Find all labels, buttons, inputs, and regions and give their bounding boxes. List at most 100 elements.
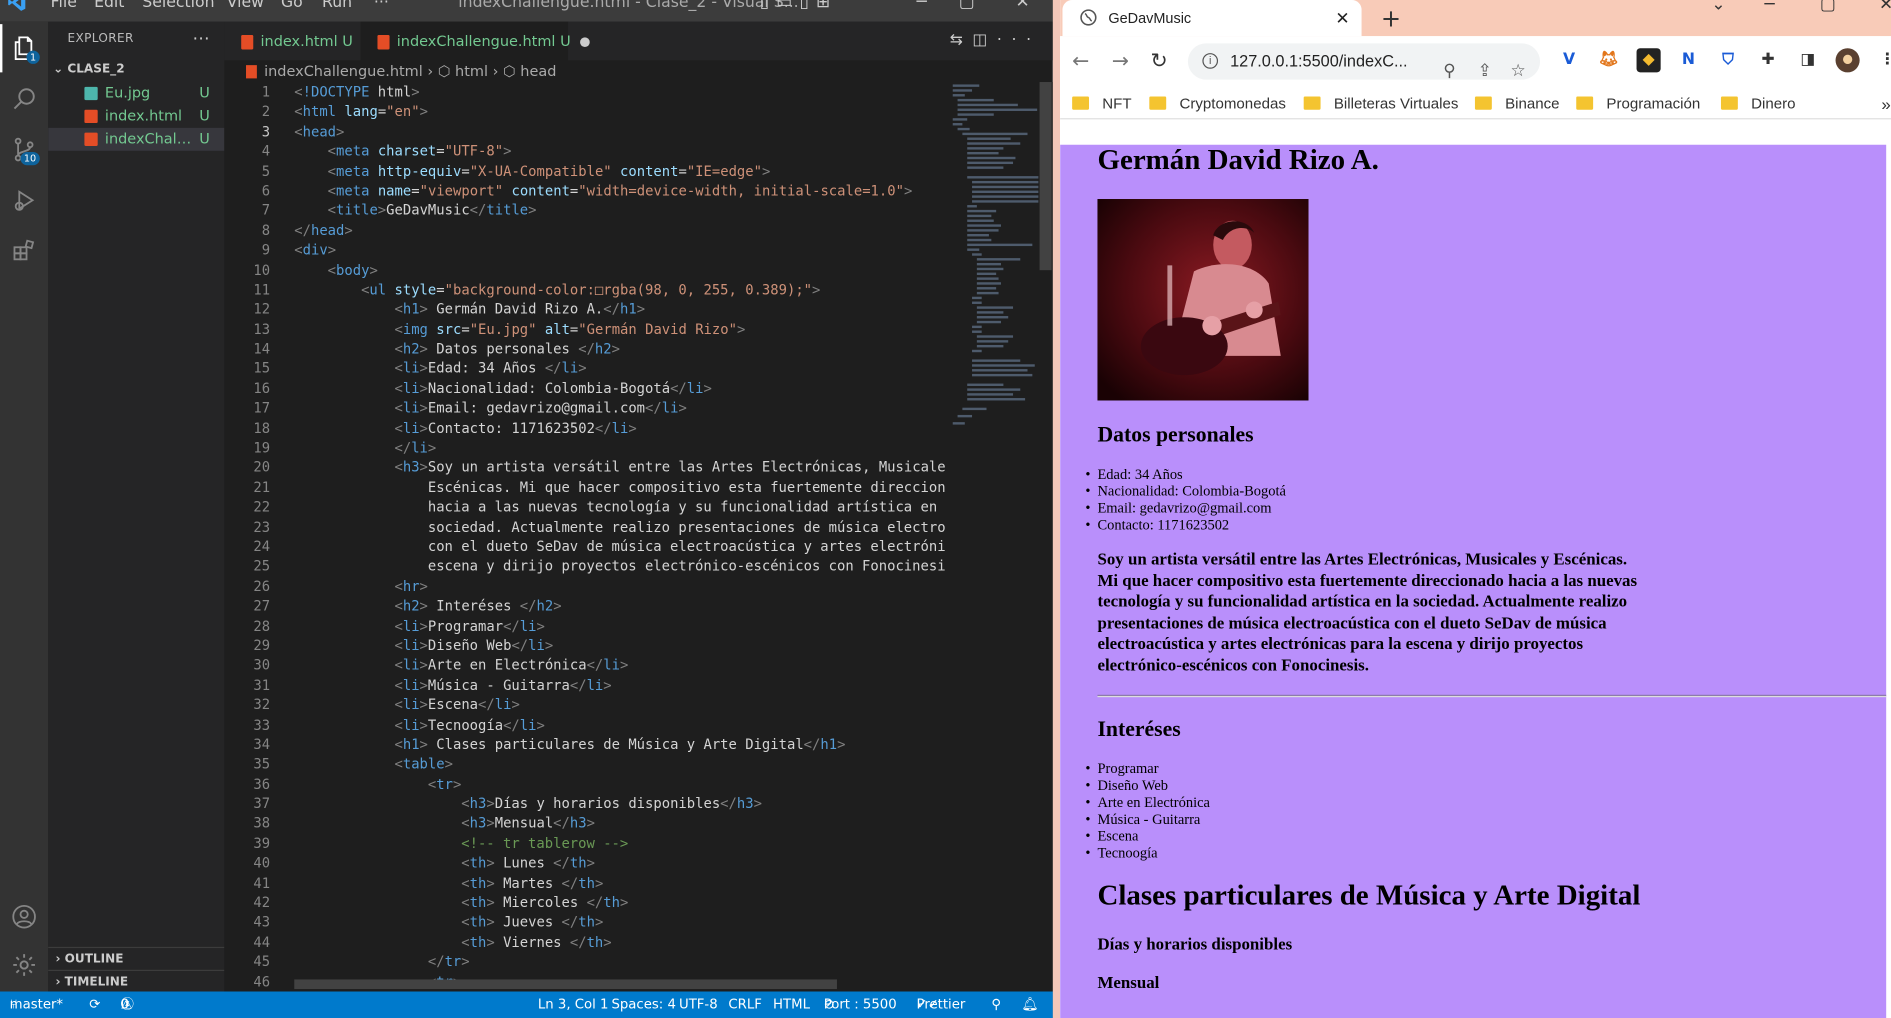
forward-arrow-icon[interactable]: →: [1112, 49, 1129, 73]
source-control-icon[interactable]: 10: [0, 125, 48, 173]
indentation[interactable]: Spaces: 4: [611, 991, 675, 1018]
menu-view[interactable]: View: [227, 0, 264, 16]
code-line: <div>: [294, 241, 337, 259]
address-bar[interactable]: i 127.0.0.1:5500/indexC... ⚲ ⇪ ☆: [1187, 43, 1541, 80]
breadcrumb-head[interactable]: head: [520, 63, 556, 80]
file-eu-jpg[interactable]: Eu.jpg U: [48, 82, 224, 105]
line-number: 19: [253, 439, 271, 456]
shield-extension-icon[interactable]: ⛉: [1716, 48, 1740, 72]
menu-more[interactable]: ···: [374, 0, 389, 16]
more-actions-icon[interactable]: ···: [193, 22, 210, 58]
minimize-icon[interactable]: ─: [1764, 0, 1774, 14]
vscode-window: File Edit Selection View Go Run ··· inde…: [0, 0, 1053, 1018]
code-line: <li>Tecnoogía</li>: [394, 715, 545, 733]
code-line: <li>Escena</li>: [394, 696, 520, 713]
vertical-scrollbar[interactable]: [1039, 82, 1052, 271]
bookmark-folder[interactable]: Dinero: [1720, 94, 1796, 116]
metamask-extension-icon[interactable]: 🦊︎: [1597, 48, 1621, 72]
binance-extension-icon[interactable]: ◆: [1636, 48, 1661, 73]
html-file-icon: [377, 34, 390, 49]
maximize-icon[interactable]: ▢: [1820, 0, 1836, 14]
bookmark-label: Binance: [1505, 95, 1560, 113]
layout-controls-icon[interactable]: ▯▭▯⊞: [760, 0, 838, 12]
line-number: 28: [253, 617, 271, 634]
bookmark-folder[interactable]: Programación: [1576, 94, 1700, 116]
n-extension-icon[interactable]: N: [1676, 48, 1700, 72]
code-line: <h1> Clases particulares de Música y Art…: [394, 735, 846, 753]
menu-icon[interactable]: ⋮: [1875, 48, 1891, 72]
outline-section[interactable]: › OUTLINE: [48, 946, 225, 970]
unsaved-dot-icon[interactable]: [580, 36, 590, 47]
tab-index-html[interactable]: index.html U: [224, 22, 359, 61]
file-index-html[interactable]: index.html U: [48, 105, 224, 128]
file-indexchallengue-html[interactable]: indexChallen... U: [48, 127, 225, 151]
compare-icon[interactable]: ⇆: [950, 31, 973, 49]
profile-avatar[interactable]: ●: [1835, 48, 1860, 73]
minimize-icon[interactable]: ─: [917, 0, 927, 12]
back-arrow-icon[interactable]: ←: [1072, 49, 1089, 73]
menu-edit[interactable]: Edit: [94, 0, 124, 16]
extensions-puzzle-icon[interactable]: ✚: [1756, 48, 1780, 72]
notifications-bell-icon[interactable]: 🔔︎: [1021, 991, 1038, 1018]
sync-icon[interactable]: ⟳: [89, 991, 100, 1018]
code-content[interactable]: <!DOCTYPE html> <html lang="en"> <head> <m…: [294, 82, 945, 991]
settings-gear-icon[interactable]: [0, 941, 48, 989]
menu-file[interactable]: File: [51, 0, 77, 16]
site-info-icon[interactable]: i: [1202, 53, 1219, 69]
code-editor[interactable]: 1 2 3 4 5 6 7 8 9 10 11 12 13 14 15 16 17 18 19 20 21 22 23 24 2…: [224, 82, 1053, 992]
browser-tab[interactable]: GeDavMusic ✕: [1062, 0, 1362, 37]
search-icon[interactable]: [0, 75, 48, 123]
side-panel-icon[interactable]: ◨: [1796, 48, 1820, 72]
close-tab-icon[interactable]: ✕: [1335, 0, 1349, 36]
code-line: </head>: [294, 221, 353, 239]
code-line: </tr>: [427, 953, 470, 971]
encoding[interactable]: UTF-8: [679, 991, 718, 1018]
folder-clase2[interactable]: ⌄ CLASE_2: [48, 58, 224, 82]
horizontal-scrollbar[interactable]: [294, 979, 837, 990]
feedback-icon[interactable]: ⚲: [991, 991, 1001, 1018]
menu-go[interactable]: Go: [281, 0, 303, 16]
minimap[interactable]: [948, 82, 1040, 444]
breadcrumb-html[interactable]: html: [455, 63, 488, 80]
line-endings[interactable]: CRLF: [728, 991, 762, 1018]
menu-run[interactable]: Run: [322, 0, 352, 16]
close-window-icon[interactable]: ✕: [1879, 0, 1891, 14]
bookmark-folder[interactable]: Cryptomonedas: [1149, 94, 1286, 116]
line-number: 11: [253, 280, 271, 298]
extensions-icon[interactable]: [0, 227, 48, 275]
close-window-icon[interactable]: ✕: [1015, 0, 1029, 12]
breadcrumb-file[interactable]: indexChallengue.html: [264, 63, 423, 80]
tab-indexchallengue-html[interactable]: indexChallengue.html U: [360, 21, 590, 61]
zoom-icon[interactable]: ⚲: [1443, 52, 1455, 79]
menu-selection[interactable]: Selection: [142, 0, 214, 16]
code-line: <html lang="en">: [294, 102, 428, 120]
line-number: 6: [261, 182, 271, 199]
window-title: indexChallengue.html - Clase_2 - Visual …: [458, 0, 799, 13]
folder-icon: [1149, 96, 1167, 111]
account-icon[interactable]: [0, 893, 48, 941]
explorer-icon[interactable]: 1: [0, 24, 48, 73]
bookmark-star-icon[interactable]: ☆: [1510, 52, 1525, 79]
profile-photo: [1097, 199, 1309, 401]
line-number: 2: [261, 102, 271, 120]
bookmark-folder[interactable]: Binance: [1474, 94, 1560, 116]
bookmarks-overflow[interactable]: »: [1881, 94, 1890, 116]
bookmark-folder[interactable]: NFT: [1072, 94, 1132, 116]
language-mode[interactable]: HTML: [773, 991, 810, 1018]
split-editor-icon[interactable]: ◫: [972, 31, 996, 49]
more-icon[interactable]: ···: [997, 31, 1041, 49]
url-text: 127.0.0.1:5500/indexC...: [1230, 51, 1408, 70]
share-icon[interactable]: ⇪: [1478, 52, 1492, 79]
cursor-position[interactable]: Ln 3, Col 1: [538, 991, 609, 1018]
code-line: <ul style="background-color:□rgba(98, 0,…: [361, 280, 821, 298]
code-line: sociedad. Actualmente realizo presentaci…: [294, 518, 946, 536]
maximize-icon[interactable]: ▢: [959, 0, 975, 12]
code-line: <head>: [294, 122, 345, 140]
reload-icon[interactable]: ↻: [1151, 49, 1168, 73]
tab-search-chevron-icon[interactable]: ⌄: [1711, 0, 1725, 14]
vpn-extension-icon[interactable]: V: [1557, 48, 1581, 72]
new-tab-button[interactable]: +: [1381, 0, 1401, 36]
timeline-section[interactable]: › TIMELINE: [48, 969, 225, 993]
run-debug-icon[interactable]: [0, 176, 48, 224]
bookmark-folder[interactable]: Billeteras Virtuales: [1303, 94, 1458, 116]
